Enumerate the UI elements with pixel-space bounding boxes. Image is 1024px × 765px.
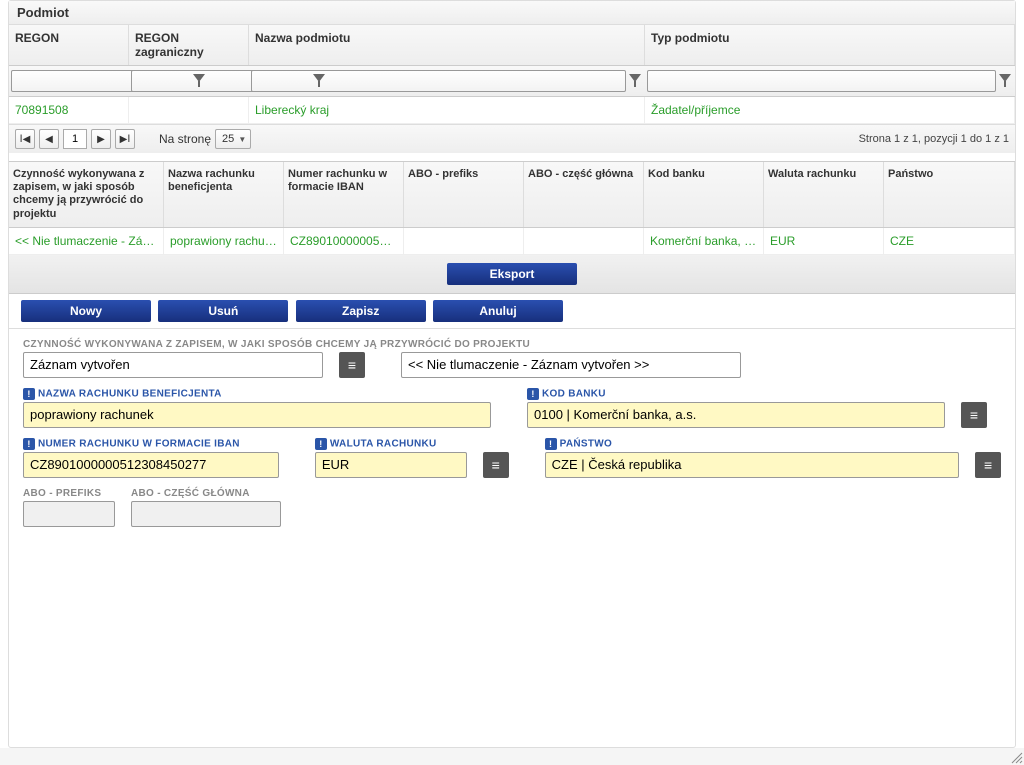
- list-icon: ≡: [970, 407, 978, 423]
- abo-g-label: ABO - CZĘŚĆ GŁÓWNA: [131, 488, 281, 499]
- col-nazwa[interactable]: Nazwa podmiotu: [249, 25, 645, 65]
- list-icon: ≡: [348, 357, 356, 373]
- cell2-nazwa-rach: poprawiony rachun...: [164, 228, 284, 254]
- panstwo-label: !PAŃSTWO: [545, 438, 960, 450]
- cell2-abo-g: [524, 228, 644, 254]
- czynnosc-lookup-button[interactable]: ≡: [339, 352, 365, 378]
- pager-prev-button[interactable]: ◀: [39, 129, 59, 149]
- grid1-header: REGON REGON zagraniczny Nazwa podmiotu T…: [9, 25, 1015, 66]
- filter-icon[interactable]: [627, 73, 643, 89]
- cell2-panstwo: CZE: [884, 228, 1015, 254]
- section-label: CZYNNOŚĆ WYKONYWANA Z ZAPISEM, W JAKI SP…: [23, 339, 1001, 350]
- cell-regon: 70891508: [9, 97, 129, 123]
- iban-label: !NUMER RACHUNKU W FORMACIE IBAN: [23, 438, 279, 450]
- cell2-abo-p: [404, 228, 524, 254]
- export-bar: Eksport: [9, 255, 1015, 294]
- col2-iban[interactable]: Numer rachunku w formacie IBAN: [284, 162, 404, 227]
- iban-input[interactable]: [23, 452, 279, 478]
- czynnosc-input[interactable]: [23, 352, 323, 378]
- col2-kod[interactable]: Kod banku: [644, 162, 764, 227]
- col-typ[interactable]: Typ podmiotu: [645, 25, 1015, 65]
- czynnosc-readonly-input: [401, 352, 741, 378]
- kod-label: !KOD BANKU: [527, 388, 945, 400]
- col2-czynnosc[interactable]: Czynność wykonywana z zapisem, w jaki sp…: [9, 162, 164, 227]
- filter-nazwa-input[interactable]: [251, 70, 626, 92]
- filter-icon[interactable]: [997, 73, 1013, 89]
- waluta-label: !WALUTA RACHUNKU: [315, 438, 467, 450]
- action-button-row: Nowy Usuń Zapisz Anuluj: [9, 294, 1015, 329]
- abo-glowna-input[interactable]: [131, 501, 281, 527]
- panstwo-input[interactable]: [545, 452, 960, 478]
- pager-first-button[interactable]: Ⅰ◀: [15, 129, 35, 149]
- grid1-filter-row: [9, 66, 1015, 97]
- pager-per-select[interactable]: 25: [215, 129, 251, 149]
- col2-abo-p[interactable]: ABO - prefiks: [404, 162, 524, 227]
- list-icon: ≡: [492, 457, 500, 473]
- nowy-button[interactable]: Nowy: [21, 300, 151, 322]
- form-area: CZYNNOŚĆ WYKONYWANA Z ZAPISEM, W JAKI SP…: [9, 329, 1015, 747]
- cell-regon-z: [129, 97, 249, 123]
- nazwa-rachunku-input[interactable]: [23, 402, 491, 428]
- col-regon[interactable]: REGON: [9, 25, 129, 65]
- waluta-lookup-button[interactable]: ≡: [483, 452, 509, 478]
- list-icon: ≡: [984, 457, 992, 473]
- pager-summary: Strona 1 z 1, pozycji 1 do 1 z 1: [859, 133, 1009, 145]
- required-icon: !: [23, 388, 35, 400]
- required-icon: !: [527, 388, 539, 400]
- zapisz-button[interactable]: Zapisz: [296, 300, 426, 322]
- cell2-waluta: EUR: [764, 228, 884, 254]
- nazwa-label: !NAZWA RACHUNKU BENEFICJENTA: [23, 388, 491, 400]
- usun-button[interactable]: Usuń: [158, 300, 288, 322]
- kod-banku-input[interactable]: [527, 402, 945, 428]
- cell-nazwa: Liberecký kraj: [249, 97, 645, 123]
- kod-lookup-button[interactable]: ≡: [961, 402, 987, 428]
- eksport-button[interactable]: Eksport: [447, 263, 577, 285]
- pager-next-button[interactable]: ▶: [91, 129, 111, 149]
- col2-nazwa-rach[interactable]: Nazwa rachunku beneficjenta: [164, 162, 284, 227]
- col2-abo-g[interactable]: ABO - część główna: [524, 162, 644, 227]
- table-row[interactable]: 70891508 Liberecký kraj Žadatel/příjemce: [9, 97, 1015, 124]
- required-icon: !: [545, 438, 557, 450]
- abo-p-label: ABO - PREFIKS: [23, 488, 115, 499]
- panstwo-lookup-button[interactable]: ≡: [975, 452, 1001, 478]
- waluta-input[interactable]: [315, 452, 467, 478]
- required-icon: !: [315, 438, 327, 450]
- grid2-header: Czynność wykonywana z zapisem, w jaki sp…: [9, 161, 1015, 228]
- panel-title: Podmiot: [9, 1, 1015, 25]
- col2-panstwo[interactable]: Państwo: [884, 162, 1015, 227]
- filter-typ-input[interactable]: [647, 70, 996, 92]
- pager-per-label: Na stronę: [159, 132, 211, 146]
- pager-page-input[interactable]: [63, 129, 87, 149]
- table-row[interactable]: << Nie tlumaczenie - Zázn... poprawiony …: [9, 228, 1015, 255]
- pager-last-button[interactable]: ▶Ⅰ: [115, 129, 135, 149]
- required-icon: !: [23, 438, 35, 450]
- cell2-iban: CZ8901000000512...: [284, 228, 404, 254]
- abo-prefiks-input[interactable]: [23, 501, 115, 527]
- cell2-kod: Komerční banka, a.s.: [644, 228, 764, 254]
- anuluj-button[interactable]: Anuluj: [433, 300, 563, 322]
- cell2-czynnosc: << Nie tlumaczenie - Zázn...: [9, 228, 164, 254]
- col2-waluta[interactable]: Waluta rachunku: [764, 162, 884, 227]
- cell-typ: Žadatel/příjemce: [645, 97, 1015, 123]
- resize-grip-icon: [1010, 751, 1024, 765]
- pager: Ⅰ◀ ◀ ▶ ▶Ⅰ Na stronę 25 Strona 1 z 1, poz…: [9, 124, 1015, 153]
- col-regon-z[interactable]: REGON zagraniczny: [129, 25, 249, 65]
